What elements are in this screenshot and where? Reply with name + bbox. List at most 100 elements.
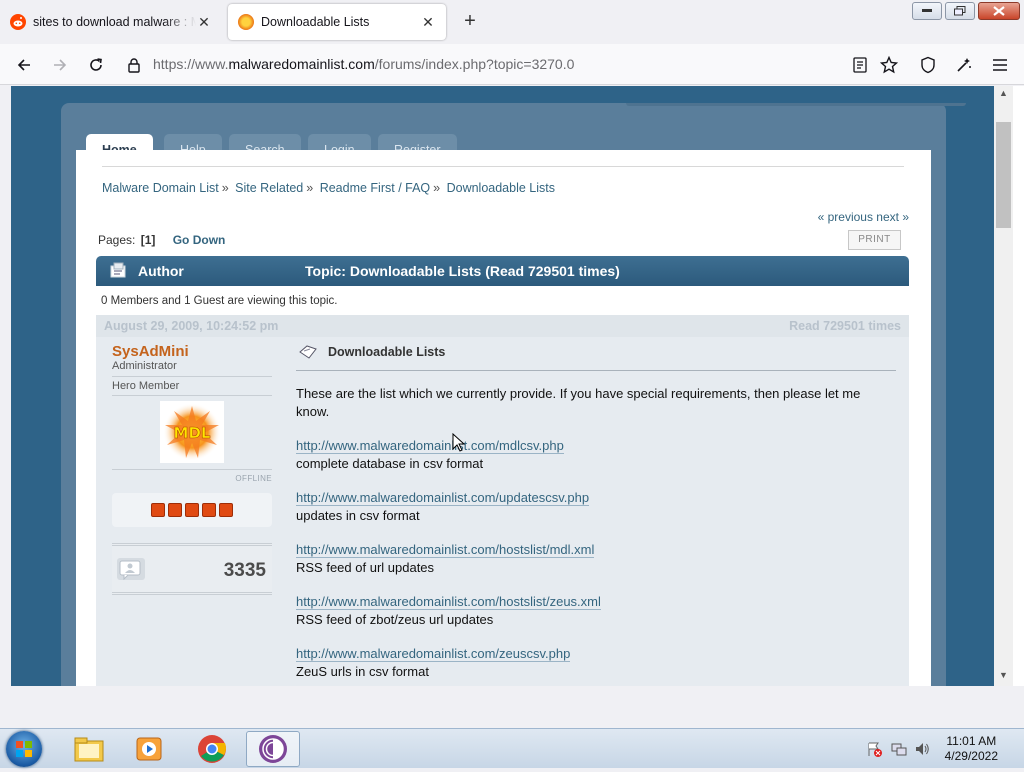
media-player-icon — [136, 737, 162, 761]
topic-header-bar: Author Topic: Downloadable Lists (Read 7… — [96, 256, 909, 286]
network-icon[interactable] — [891, 741, 907, 757]
tab-title: Downloadable Lists — [261, 15, 370, 29]
download-link[interactable]: http://www.malwaredomainlist.com/mdlcsv.… — [296, 438, 564, 454]
forward-icon[interactable] — [48, 53, 72, 77]
post-subject-text[interactable]: Downloadable Lists — [328, 345, 445, 359]
avatar: MDL — [160, 401, 224, 463]
explorer-taskbar-button[interactable] — [62, 731, 116, 767]
mdl-favicon-icon — [238, 14, 254, 30]
url-host: malwaredomainlist.com — [228, 56, 375, 72]
post-date: August 29, 2009, 10:24:52 pm — [104, 319, 279, 333]
right-margin — [1013, 86, 1024, 686]
top-strip — [626, 103, 966, 106]
star-icon — [202, 503, 216, 517]
start-button[interactable] — [6, 731, 42, 767]
post-intro: These are the list which we currently pr… — [296, 386, 861, 419]
url-prefix: https://www. — [153, 56, 229, 72]
minimize-button[interactable] — [912, 2, 942, 20]
shield-icon[interactable] — [916, 53, 940, 77]
tor-browser-icon — [259, 735, 287, 763]
back-icon[interactable] — [12, 53, 36, 77]
post-header: August 29, 2009, 10:24:52 pm Read 729501… — [96, 315, 909, 337]
posts-icon — [117, 558, 145, 581]
media-player-taskbar-button[interactable] — [122, 731, 176, 767]
download-link[interactable]: http://www.malwaredomainlist.com/hostsli… — [296, 542, 595, 558]
window-controls — [912, 2, 1020, 20]
chrome-taskbar-button[interactable] — [185, 731, 239, 767]
post-count-box: 3335 — [112, 543, 272, 595]
breadcrumb-link[interactable]: Readme First / FAQ — [320, 181, 430, 195]
action-center-flag-icon[interactable] — [866, 741, 882, 757]
reddit-icon — [10, 14, 26, 30]
tor-browser-taskbar-button[interactable] — [246, 731, 300, 767]
scroll-down-icon[interactable]: ▼ — [994, 670, 1013, 684]
clock-date: 4/29/2022 — [944, 749, 998, 763]
go-down-link[interactable]: Go Down — [173, 233, 226, 247]
poster-role: Administrator — [112, 360, 177, 372]
download-desc: ZeuS urls in csv format — [296, 664, 429, 679]
close-tab-icon[interactable]: ✕ — [420, 14, 436, 30]
rank-stars — [112, 493, 272, 527]
author-column-header: Author — [138, 263, 184, 279]
star-icon — [168, 503, 182, 517]
tab-title: sites to download malware : Ma — [33, 15, 196, 29]
poster-info: SysAdMini Administrator Hero Member MDL … — [112, 343, 272, 595]
lock-icon[interactable] — [122, 53, 146, 77]
bookmark-star-icon[interactable] — [877, 53, 901, 77]
star-icon — [185, 503, 199, 517]
scroll-thumb[interactable] — [996, 122, 1011, 228]
online-status: OFFLINE — [112, 469, 272, 483]
list-item: http://www.malwaredomainlist.com/hostsli… — [296, 541, 896, 577]
chrome-icon — [198, 735, 226, 763]
address-bar[interactable]: https://www.malwaredomainlist.com/forums… — [153, 56, 574, 72]
taskbar: 11:01 AM 4/29/2022 — [0, 728, 1024, 768]
list-item: http://www.malwaredomainlist.com/mdlcsv.… — [296, 437, 896, 473]
divider — [102, 166, 904, 167]
prev-next-links[interactable]: « previous next » — [818, 210, 909, 224]
system-clock[interactable]: 11:01 AM 4/29/2022 — [945, 734, 998, 764]
mouse-cursor-icon — [452, 433, 466, 452]
poster-name[interactable]: SysAdMini — [112, 343, 272, 360]
page-scrollbar[interactable]: ▲ ▼ — [994, 86, 1013, 686]
volume-icon[interactable] — [914, 741, 930, 757]
new-tab-button[interactable]: + — [458, 10, 482, 34]
breadcrumb-link[interactable]: Site Related — [235, 181, 303, 195]
post-count: 3335 — [223, 560, 266, 581]
post-body: These are the list which we currently pr… — [296, 385, 896, 681]
windows-logo-icon — [16, 741, 32, 757]
web-page: Home Help Search Login Register Malware … — [11, 86, 994, 686]
forum-content: Malware Domain List» Site Related» Readm… — [76, 150, 931, 686]
close-window-button[interactable] — [978, 2, 1020, 20]
reader-view-icon[interactable] — [848, 53, 872, 77]
tab-reddit[interactable]: sites to download malware : Ma ✕ — [0, 4, 222, 40]
breadcrumb-link[interactable]: Malware Domain List — [102, 181, 219, 195]
download-link[interactable]: http://www.malwaredomainlist.com/hostsli… — [296, 594, 601, 610]
menu-icon[interactable] — [988, 53, 1012, 77]
scroll-up-icon[interactable]: ▲ — [994, 88, 1013, 102]
browser-tab-bar: sites to download malware : Ma ✕ Downloa… — [0, 0, 1024, 44]
clock-time: 11:01 AM — [946, 734, 997, 748]
poster-rank: Hero Member — [112, 376, 272, 396]
download-link[interactable]: http://www.malwaredomainlist.com/updates… — [296, 490, 590, 506]
post-reads: Read 729501 times — [789, 319, 901, 333]
extensions-icon[interactable] — [952, 53, 976, 77]
tab-downloadable-lists[interactable]: Downloadable Lists ✕ — [228, 4, 446, 40]
mdl-logo-icon: MDL — [163, 403, 221, 461]
author-icon — [110, 262, 126, 278]
star-icon — [151, 503, 165, 517]
breadcrumb-link[interactable]: Downloadable Lists — [447, 181, 555, 195]
close-tab-icon[interactable]: ✕ — [196, 14, 212, 30]
breadcrumb: Malware Domain List» Site Related» Readm… — [102, 181, 555, 195]
print-button[interactable]: PRINT — [848, 230, 901, 250]
url-path: /forums/index.php?topic=3270.0 — [374, 56, 575, 72]
download-desc: complete database in csv format — [296, 456, 484, 471]
download-link[interactable]: http://www.malwaredomainlist.com/zeuscsv… — [296, 646, 571, 662]
list-item: http://www.malwaredomainlist.com/zeuscsv… — [296, 645, 896, 681]
restore-button[interactable] — [945, 2, 975, 20]
list-item: http://www.malwaredomainlist.com/updates… — [296, 489, 896, 525]
reload-icon[interactable] — [84, 53, 108, 77]
pagination: Pages: [1] Go Down — [98, 233, 225, 247]
list-item: http://www.malwaredomainlist.com/hostsli… — [296, 593, 896, 629]
browser-nav-bar: https://www.malwaredomainlist.com/forums… — [0, 44, 1024, 85]
download-desc: RSS feed of zbot/zeus url updates — [296, 612, 494, 627]
